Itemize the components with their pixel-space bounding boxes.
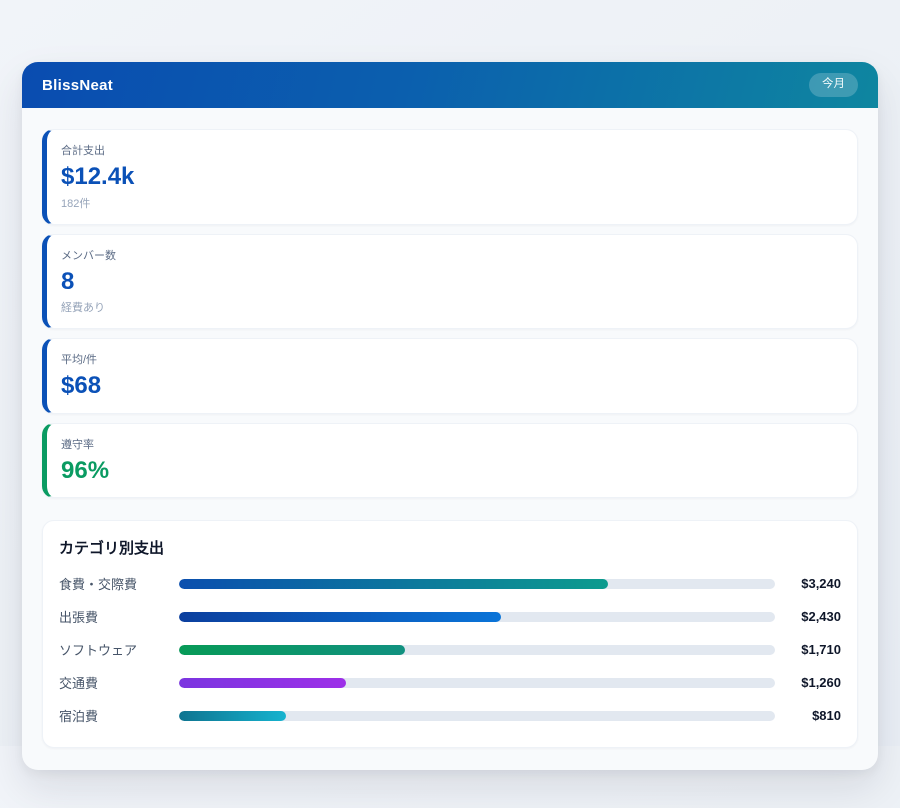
bar-track [179,678,775,688]
category-amount: $3,240 [775,576,841,591]
category-amount: $1,260 [775,675,841,690]
stat-label: 遵守率 [61,436,839,452]
stat-label: 合計支出 [61,142,839,158]
bar-track [179,579,775,589]
category-row: 食費・交際費 $3,240 [59,574,841,593]
app-header: BlissNeat 今月 [22,62,878,108]
stat-card-compliance-rate: 遵守率 96% [42,423,858,499]
category-amount: $2,430 [775,609,841,624]
bar-fill [179,645,405,655]
category-row: 宿泊費 $810 [59,706,841,725]
bar-track [179,645,775,655]
period-badge[interactable]: 今月 [809,73,858,97]
dashboard-content: 合計支出 $12.4k 182件 メンバー数 8 経費あり 平均/件 $68 遵… [22,108,878,770]
bar-fill [179,579,608,589]
bar-track [179,612,775,622]
app-title: BlissNeat [42,77,113,94]
bar-track [179,711,775,721]
category-breakdown-title: カテゴリ別支出 [59,537,841,558]
stat-label: 平均/件 [61,351,839,367]
category-amount: $1,710 [775,642,841,657]
category-label: 交通費 [59,673,179,692]
stat-card-member-count: メンバー数 8 経費あり [42,234,858,330]
category-breakdown-card: カテゴリ別支出 食費・交際費 $3,240 出張費 $2,430 ソフトウェア … [42,520,858,748]
app-window: BlissNeat 今月 合計支出 $12.4k 182件 メンバー数 8 経費… [22,62,878,770]
stat-card-average-per-item: 平均/件 $68 [42,338,858,414]
stat-sub: 経費あり [61,299,839,315]
stat-card-total-spend: 合計支出 $12.4k 182件 [42,129,858,225]
category-row: 出張費 $2,430 [59,607,841,626]
bar-fill [179,678,346,688]
stat-value: $68 [61,372,839,400]
stat-value: 96% [61,457,839,485]
category-amount: $810 [775,708,841,723]
category-label: 食費・交際費 [59,574,179,593]
stat-label: メンバー数 [61,247,839,263]
category-row: ソフトウェア $1,710 [59,640,841,659]
bar-fill [179,711,286,721]
stat-value: $12.4k [61,163,839,191]
stat-sub: 182件 [61,195,839,211]
category-label: 出張費 [59,607,179,626]
category-row: 交通費 $1,260 [59,673,841,692]
stat-value: 8 [61,268,839,296]
category-label: 宿泊費 [59,706,179,725]
bar-fill [179,612,501,622]
category-label: ソフトウェア [59,640,179,659]
